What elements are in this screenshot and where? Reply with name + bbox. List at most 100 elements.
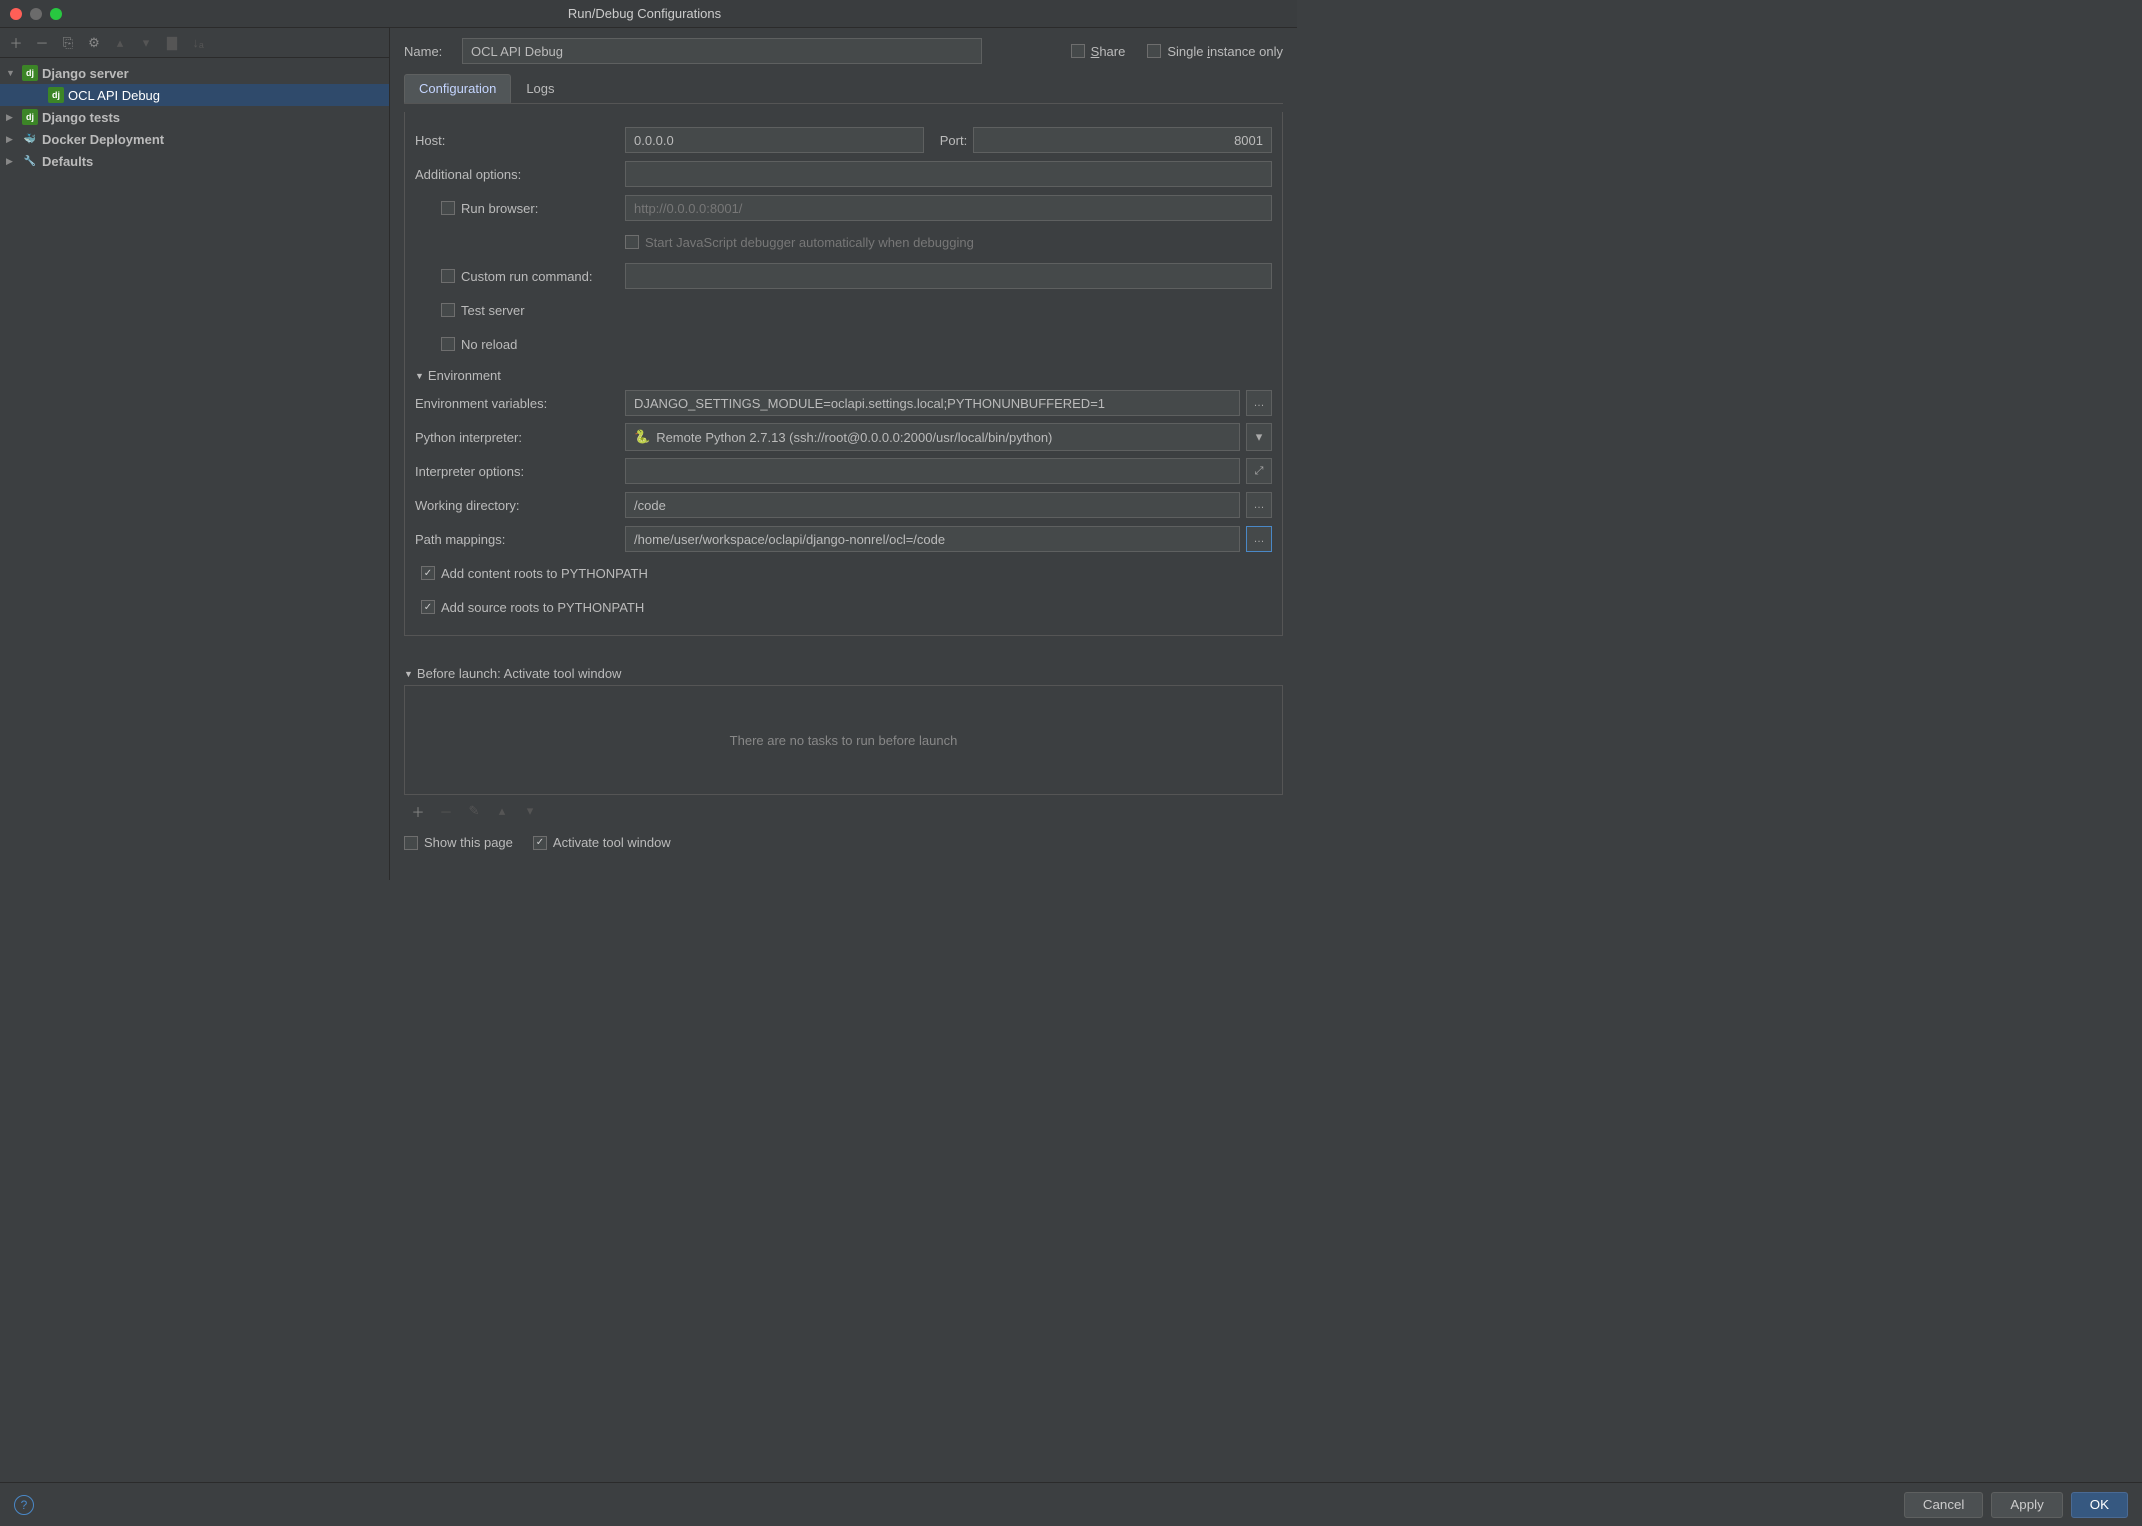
checkbox-icon	[441, 269, 455, 283]
remove-task-icon[interactable]: －	[436, 801, 456, 821]
tree-label: Defaults	[42, 154, 93, 169]
add-task-icon[interactable]: ＋	[408, 801, 428, 821]
activate-tool-window-checkbox[interactable]: Activate tool window	[533, 835, 671, 850]
help-icon[interactable]: ?	[14, 1495, 34, 1515]
test-server-checkbox[interactable]: Test server	[415, 303, 615, 318]
path-mappings-label: Path mappings:	[415, 532, 615, 547]
custom-run-checkbox[interactable]: Custom run command:	[415, 269, 615, 284]
environment-section-header[interactable]: ▼ Environment	[415, 368, 1272, 383]
collapse-arrow-icon: ▼	[415, 371, 424, 381]
interp-opts-input[interactable]	[625, 458, 1240, 484]
interp-opts-label: Interpreter options:	[415, 464, 615, 479]
checkbox-icon	[1147, 44, 1161, 58]
expand-field-icon[interactable]: ⤢	[1246, 458, 1272, 484]
add-config-icon[interactable]: ＋	[6, 33, 26, 53]
working-dir-label: Working directory:	[415, 498, 615, 513]
wrench-icon: 🔧	[22, 153, 38, 169]
tree-item-django-server[interactable]: ▼ dj Django server	[0, 62, 389, 84]
share-checkbox[interactable]: SSharehare	[1071, 44, 1126, 59]
host-label: Host:	[415, 133, 615, 148]
tree-item-ocl-api-debug[interactable]: dj OCL API Debug	[0, 84, 389, 106]
no-reload-checkbox[interactable]: No reload	[415, 337, 615, 352]
collapse-arrow-icon: ▼	[404, 669, 413, 679]
maximize-window-icon[interactable]	[50, 8, 62, 20]
working-dir-browse-icon[interactable]: …	[1246, 492, 1272, 518]
tree-label: Docker Deployment	[42, 132, 164, 147]
path-mappings-input[interactable]	[625, 526, 1240, 552]
tree-label: OCL API Debug	[68, 88, 160, 103]
interpreter-label: Python interpreter:	[415, 430, 615, 445]
close-window-icon[interactable]	[10, 8, 22, 20]
python-icon: 🐍	[634, 429, 650, 445]
sidebar: ＋ － ⎘ ⚙ ▴ ▾ ▇ ↓ₐ ▼ dj Django server dj O…	[0, 28, 390, 880]
task-toolbar: ＋ － ✎ ▴ ▾	[404, 795, 1283, 827]
port-input[interactable]	[973, 127, 1272, 153]
sidebar-toolbar: ＋ － ⎘ ⚙ ▴ ▾ ▇ ↓ₐ	[0, 28, 389, 58]
host-input[interactable]	[625, 127, 924, 153]
env-vars-input[interactable]	[625, 390, 1240, 416]
footer: ? Cancel Apply OK	[0, 1482, 2142, 1526]
before-launch-section: ▼ Before launch: Activate tool window Th…	[404, 656, 1283, 850]
additional-options-input[interactable]	[625, 161, 1272, 187]
single-instance-checkbox[interactable]: Single instance onlySingle instance only	[1147, 44, 1283, 59]
expand-arrow-icon[interactable]: ▶	[6, 112, 18, 123]
expand-arrow-icon[interactable]: ▶	[6, 156, 18, 167]
name-label: Name:	[404, 44, 452, 59]
port-label: Port:	[940, 133, 967, 148]
tabs: Configuration Logs	[404, 74, 1283, 104]
checkbox-icon	[441, 337, 455, 351]
before-launch-header[interactable]: ▼ Before launch: Activate tool window	[404, 666, 1283, 681]
show-page-checkbox[interactable]: Show this page	[404, 835, 513, 850]
working-dir-input[interactable]	[625, 492, 1240, 518]
window-title: Run/Debug Configurations	[62, 6, 1227, 21]
tree-item-django-tests[interactable]: ▶ dj Django tests	[0, 106, 389, 128]
tree-item-docker-deployment[interactable]: ▶ 🐳 Docker Deployment	[0, 128, 389, 150]
tree-label: Django server	[42, 66, 129, 81]
sort-icon[interactable]: ↓ₐ	[188, 33, 208, 53]
move-task-down-icon[interactable]: ▾	[520, 801, 540, 821]
cancel-button[interactable]: Cancel	[1904, 1492, 1984, 1518]
checkbox-icon	[421, 566, 435, 580]
env-vars-label: Environment variables:	[415, 396, 615, 411]
docker-icon: 🐳	[22, 131, 38, 147]
remove-config-icon[interactable]: －	[32, 33, 52, 53]
custom-run-input	[625, 263, 1272, 289]
path-mappings-browse-icon[interactable]: …	[1246, 526, 1272, 552]
expand-arrow-icon[interactable]: ▶	[6, 134, 18, 145]
checkbox-icon	[421, 600, 435, 614]
django-icon: dj	[22, 109, 38, 125]
django-icon: dj	[48, 87, 64, 103]
move-up-icon[interactable]: ▴	[110, 33, 130, 53]
tree-item-defaults[interactable]: ▶ 🔧 Defaults	[0, 150, 389, 172]
empty-tasks-text: There are no tasks to run before launch	[730, 733, 958, 748]
move-down-icon[interactable]: ▾	[136, 33, 156, 53]
interpreter-dropdown-icon[interactable]: ▾	[1246, 423, 1272, 451]
settings-icon[interactable]: ⚙	[84, 33, 104, 53]
move-task-up-icon[interactable]: ▴	[492, 801, 512, 821]
minimize-window-icon[interactable]	[30, 8, 42, 20]
checkbox-icon	[404, 836, 418, 850]
config-panel: Name: SSharehare Single instance onlySin…	[390, 28, 1297, 880]
ok-button[interactable]: OK	[2071, 1492, 2128, 1518]
title-bar: Run/Debug Configurations	[0, 0, 1297, 28]
name-row: Name: SSharehare Single instance onlySin…	[404, 38, 1283, 64]
apply-button[interactable]: Apply	[1991, 1492, 2062, 1518]
tab-configuration[interactable]: Configuration	[404, 74, 511, 103]
start-js-debugger-checkbox[interactable]: Start JavaScript debugger automatically …	[625, 235, 974, 250]
add-content-roots-checkbox[interactable]: Add content roots to PYTHONPATH	[421, 566, 648, 581]
checkbox-icon	[441, 303, 455, 317]
window-controls	[10, 8, 62, 20]
interpreter-select[interactable]: 🐍 Remote Python 2.7.13 (ssh://root@0.0.0…	[625, 423, 1240, 451]
name-input[interactable]	[462, 38, 982, 64]
copy-config-icon[interactable]: ⎘	[58, 33, 78, 53]
checkbox-icon	[533, 836, 547, 850]
env-vars-browse-icon[interactable]: …	[1246, 390, 1272, 416]
edit-task-icon[interactable]: ✎	[464, 801, 484, 821]
config-form: Host: Port: Additional options: Run brow…	[404, 112, 1283, 636]
checkbox-icon	[441, 201, 455, 215]
run-browser-checkbox[interactable]: Run browser:	[415, 201, 615, 216]
add-source-roots-checkbox[interactable]: Add source roots to PYTHONPATH	[421, 600, 644, 615]
tab-logs[interactable]: Logs	[511, 74, 569, 103]
expand-arrow-icon[interactable]: ▼	[6, 68, 18, 78]
folder-icon[interactable]: ▇	[162, 33, 182, 53]
